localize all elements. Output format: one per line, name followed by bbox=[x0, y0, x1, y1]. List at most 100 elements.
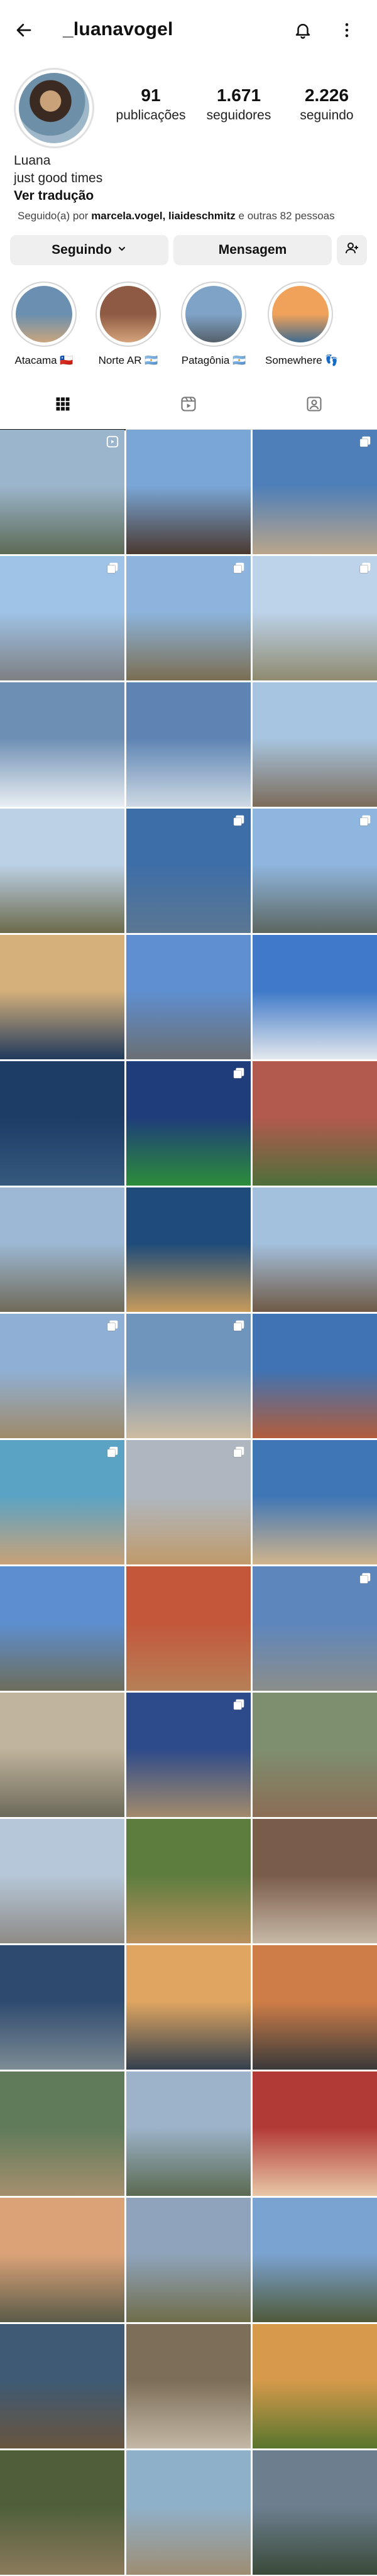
post-thumbnail[interactable] bbox=[126, 1061, 251, 1186]
post-thumbnail[interactable] bbox=[126, 2198, 251, 2322]
highlight-item[interactable]: Atacama 🇨🇱 bbox=[9, 281, 79, 367]
post-thumbnail[interactable] bbox=[0, 1314, 124, 1438]
followed-by-text[interactable]: Seguido(a) por marcela.vogel, liaideschm… bbox=[18, 210, 335, 222]
post-thumbnail[interactable] bbox=[253, 1187, 377, 1312]
highlight-ring bbox=[11, 281, 77, 347]
post-thumbnail[interactable] bbox=[253, 1440, 377, 1564]
highlight-label: Norte AR 🇦🇷 bbox=[98, 354, 158, 366]
message-button[interactable]: Mensagem bbox=[173, 235, 332, 265]
profile-tabs bbox=[0, 381, 377, 430]
post-thumbnail[interactable] bbox=[0, 2450, 124, 2575]
highlight-image bbox=[100, 286, 156, 342]
post-thumbnail[interactable] bbox=[0, 1440, 124, 1564]
post-thumbnail[interactable] bbox=[126, 1819, 251, 1943]
add-user-icon bbox=[344, 241, 359, 259]
see-translation-link[interactable]: Ver tradução bbox=[14, 187, 366, 205]
post-thumbnail[interactable] bbox=[253, 2198, 377, 2322]
post-thumbnail[interactable] bbox=[0, 1819, 124, 1943]
post-thumbnail[interactable] bbox=[253, 2450, 377, 2575]
post-thumbnail[interactable] bbox=[126, 2071, 251, 2196]
post-thumbnail[interactable] bbox=[0, 682, 124, 807]
carousel-icon bbox=[232, 1066, 246, 1080]
more-vertical-icon[interactable] bbox=[333, 16, 361, 44]
post-thumbnail[interactable] bbox=[253, 1945, 377, 2070]
highlight-item[interactable]: Somewhere 👣 bbox=[265, 281, 339, 367]
stat-following[interactable]: 2.226 seguindo bbox=[283, 85, 371, 123]
post-thumbnail[interactable] bbox=[126, 935, 251, 1059]
post-thumbnail[interactable] bbox=[0, 1566, 124, 1691]
carousel-icon bbox=[358, 1571, 372, 1585]
carousel-icon bbox=[232, 561, 246, 575]
post-thumbnail[interactable] bbox=[0, 935, 124, 1059]
profile-avatar[interactable] bbox=[14, 68, 94, 148]
tab-posts-grid[interactable] bbox=[0, 381, 126, 430]
post-thumbnail[interactable] bbox=[253, 935, 377, 1059]
post-thumbnail[interactable] bbox=[126, 430, 251, 554]
following-button[interactable]: Seguindo bbox=[10, 235, 168, 265]
highlight-image bbox=[16, 286, 72, 342]
post-thumbnail[interactable] bbox=[0, 1061, 124, 1186]
followed-by-suffix: e outras 82 pessoas bbox=[235, 210, 335, 222]
highlight-image bbox=[185, 286, 242, 342]
post-thumbnail[interactable] bbox=[253, 809, 377, 933]
carousel-icon bbox=[106, 1319, 119, 1333]
highlight-ring bbox=[181, 281, 246, 347]
post-thumbnail[interactable] bbox=[0, 1187, 124, 1312]
post-thumbnail[interactable] bbox=[126, 1693, 251, 1817]
reels-icon bbox=[180, 395, 197, 416]
post-thumbnail[interactable] bbox=[0, 1945, 124, 2070]
post-thumbnail[interactable] bbox=[253, 682, 377, 807]
bell-icon[interactable] bbox=[289, 16, 317, 44]
post-thumbnail[interactable] bbox=[126, 2324, 251, 2448]
post-thumbnail[interactable] bbox=[126, 1566, 251, 1691]
highlight-item[interactable]: Patagônia 🇦🇷 bbox=[178, 281, 249, 367]
carousel-icon bbox=[106, 1445, 119, 1459]
stat-followers-label: seguidores bbox=[206, 108, 271, 123]
post-thumbnail[interactable] bbox=[126, 682, 251, 807]
post-thumbnail[interactable] bbox=[253, 1819, 377, 1943]
post-thumbnail[interactable] bbox=[126, 1314, 251, 1438]
stat-following-label: seguindo bbox=[300, 108, 354, 123]
tab-tagged[interactable] bbox=[251, 381, 377, 430]
grid-icon bbox=[54, 395, 72, 416]
post-thumbnail[interactable] bbox=[126, 1440, 251, 1564]
highlight-ring bbox=[268, 281, 333, 347]
post-thumbnail[interactable] bbox=[0, 2071, 124, 2196]
posts-grid bbox=[0, 430, 377, 2575]
post-thumbnail[interactable] bbox=[253, 1693, 377, 1817]
stat-following-value: 2.226 bbox=[304, 85, 349, 105]
arrow-left-icon[interactable] bbox=[11, 18, 36, 43]
post-thumbnail[interactable] bbox=[126, 809, 251, 933]
post-thumbnail[interactable] bbox=[126, 1945, 251, 2070]
tagged-icon bbox=[305, 395, 323, 416]
post-thumbnail[interactable] bbox=[0, 430, 124, 554]
profile-actions: Seguindo Mensagem bbox=[10, 235, 367, 265]
carousel-icon bbox=[232, 1445, 246, 1459]
post-thumbnail[interactable] bbox=[253, 556, 377, 680]
post-thumbnail[interactable] bbox=[253, 1566, 377, 1691]
stat-posts[interactable]: 91 publicações bbox=[107, 85, 195, 123]
profile-stats: 91 publicações 1.671 seguidores 2.226 se… bbox=[107, 85, 371, 123]
post-thumbnail[interactable] bbox=[253, 1061, 377, 1186]
carousel-icon bbox=[358, 561, 372, 575]
post-thumbnail[interactable] bbox=[253, 2324, 377, 2448]
post-thumbnail[interactable] bbox=[0, 2198, 124, 2322]
post-thumbnail[interactable] bbox=[0, 556, 124, 680]
post-thumbnail[interactable] bbox=[0, 2324, 124, 2448]
add-user-button[interactable] bbox=[337, 235, 367, 265]
post-thumbnail[interactable] bbox=[253, 1314, 377, 1438]
story-highlights: Atacama 🇨🇱 Norte AR 🇦🇷 Patagônia 🇦🇷 Some… bbox=[0, 281, 377, 369]
post-thumbnail[interactable] bbox=[253, 430, 377, 554]
stat-followers[interactable]: 1.671 seguidores bbox=[195, 85, 283, 123]
highlight-item[interactable]: Norte AR 🇦🇷 bbox=[93, 281, 163, 367]
post-thumbnail[interactable] bbox=[126, 556, 251, 680]
post-thumbnail[interactable] bbox=[0, 1693, 124, 1817]
post-thumbnail[interactable] bbox=[126, 1187, 251, 1312]
post-thumbnail[interactable] bbox=[0, 809, 124, 933]
chevron-down-icon bbox=[117, 243, 127, 258]
tab-reels[interactable] bbox=[126, 381, 251, 430]
followed-by-prefix: Seguido(a) por bbox=[18, 210, 92, 222]
carousel-icon bbox=[232, 1319, 246, 1333]
post-thumbnail[interactable] bbox=[126, 2450, 251, 2575]
post-thumbnail[interactable] bbox=[253, 2071, 377, 2196]
